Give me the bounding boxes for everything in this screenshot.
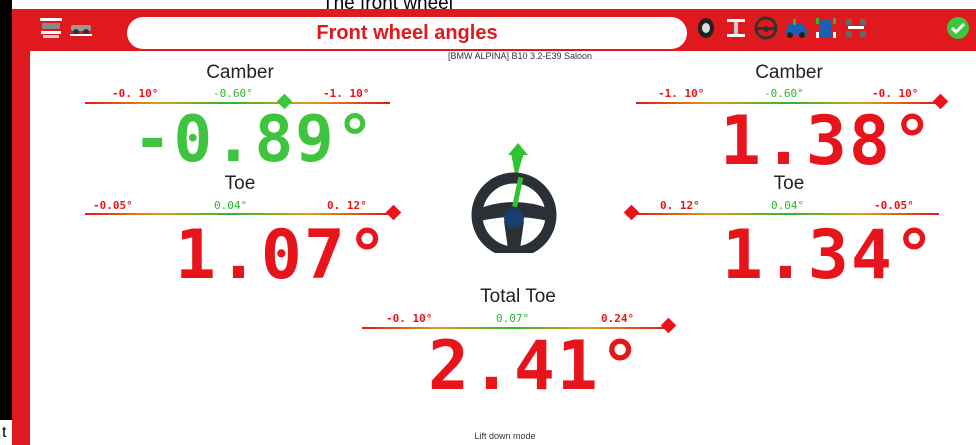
right-camber-label: Camber bbox=[755, 62, 823, 83]
right-toe-tol-min: 0. 12° bbox=[660, 199, 700, 212]
steering-wheel-icon[interactable] bbox=[753, 15, 779, 41]
car-icon[interactable] bbox=[783, 15, 809, 41]
total-toe-label: Total Toe bbox=[480, 286, 556, 307]
left-edge-strip bbox=[0, 0, 12, 445]
right-toe-tol-nom: 0.04° bbox=[771, 199, 805, 212]
left-toe-tol-nom: 0.04° bbox=[214, 199, 248, 212]
tyre-icon[interactable] bbox=[693, 15, 719, 41]
left-camber-tol-nom: -0.60° bbox=[213, 87, 253, 100]
right-camber-tol-nom: -0.60° bbox=[764, 87, 804, 100]
total-toe-value: 2.41° bbox=[428, 327, 643, 406]
axle-icon[interactable] bbox=[843, 15, 869, 41]
right-camber-value: 1.38° bbox=[720, 102, 935, 181]
right-toe-label: Toe bbox=[773, 173, 805, 194]
vehicle-label: [BMW ALPINA] B10 3.2-E39 Saloon bbox=[447, 51, 593, 61]
confirm-icon[interactable] bbox=[943, 15, 973, 41]
lift-mode-status: Lift down mode bbox=[474, 431, 536, 441]
total-toe-tol-nom: 0.07° bbox=[496, 312, 530, 325]
left-camber-label: Camber bbox=[206, 62, 274, 83]
left-camber-tol-min: -0. 10° bbox=[112, 87, 159, 100]
total-toe-tol-max: 0.24° bbox=[601, 312, 635, 325]
lift-axle-icon[interactable] bbox=[723, 15, 749, 41]
right-toe-value: 1.34° bbox=[722, 216, 937, 295]
steering-wheel-indicator-icon bbox=[471, 143, 557, 253]
left-toe-label: Toe bbox=[224, 173, 256, 194]
right-camber-tol-max: -0. 10° bbox=[872, 87, 919, 100]
right-toe-tol-max: -0.05° bbox=[874, 199, 914, 212]
left-camber-tol-max: -1. 10° bbox=[323, 87, 370, 100]
left-toe-scale-high bbox=[230, 213, 390, 215]
car-sensors-icon[interactable] bbox=[813, 15, 839, 41]
top-caption: The front wheel bbox=[322, 0, 453, 14]
right-camber-tol-min: -1. 10° bbox=[658, 87, 705, 100]
car-side-icon[interactable] bbox=[68, 15, 94, 41]
left-toe-value: 1.07° bbox=[175, 216, 390, 295]
left-toe-tol-min: -0.05° bbox=[93, 199, 133, 212]
right-toe-scale-high bbox=[788, 213, 939, 215]
left-toe-scale-low bbox=[85, 213, 230, 215]
total-toe-tol-min: -0. 10° bbox=[386, 312, 433, 325]
left-edge-letter: t bbox=[2, 424, 7, 441]
left-camber-value: -0.89° bbox=[133, 103, 377, 177]
left-toe-tol-max: 0. 12° bbox=[327, 199, 367, 212]
lift-icon[interactable] bbox=[38, 15, 64, 41]
page-title: Front wheel angles bbox=[316, 22, 498, 44]
right-toe-scale-low bbox=[634, 213, 788, 215]
